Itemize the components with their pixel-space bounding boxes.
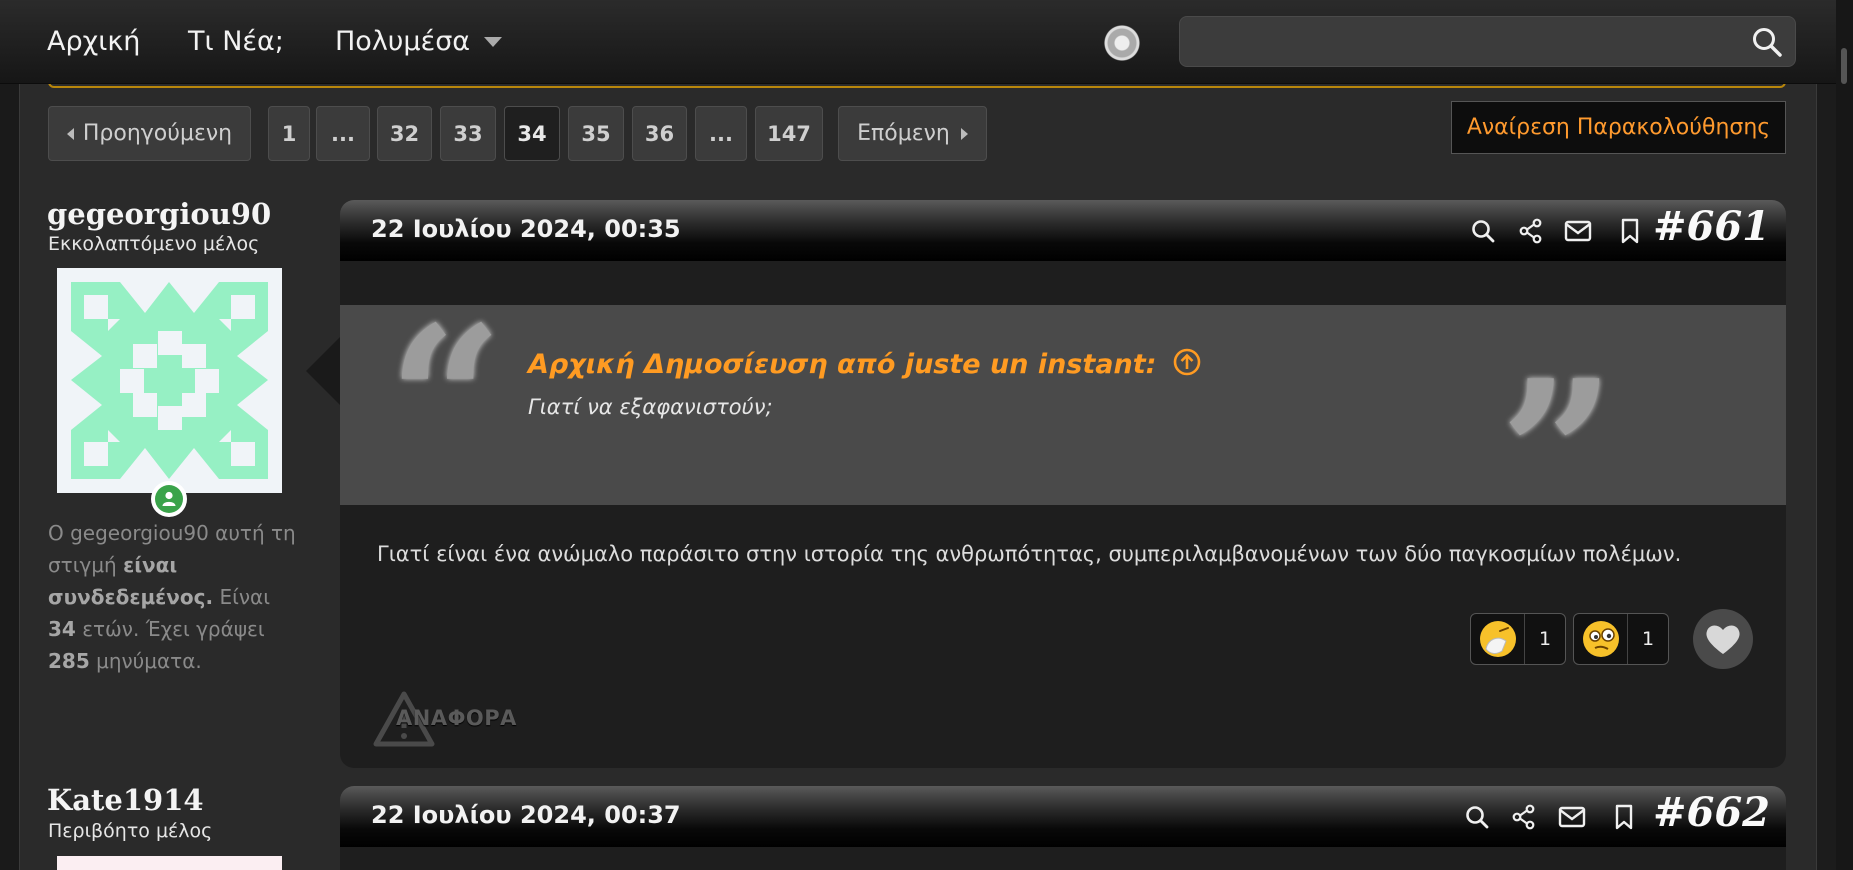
chevron-left-icon xyxy=(66,127,74,140)
online-status-badge xyxy=(151,481,187,517)
page-link[interactable]: 36 xyxy=(632,106,687,161)
prev-page-button[interactable]: Προηγούμενη xyxy=(48,106,251,161)
post-661: 22 Ιουλίου 2024, 00:35 #661 “ Αρχική Δημ… xyxy=(340,200,1786,768)
scrollbar[interactable] xyxy=(1836,0,1853,870)
quote-block: “ Αρχική Δημοσίευση από juste un instant… xyxy=(340,283,1786,572)
report-button[interactable]: ΑΝΑΦΟΡΑ xyxy=(372,690,516,753)
post-number[interactable]: #662 xyxy=(1653,789,1770,836)
info-text: μηνύματα. xyxy=(89,649,202,673)
confused-emoji-icon xyxy=(1574,614,1628,664)
reaction-count: 1 xyxy=(1641,628,1655,650)
page-link[interactable]: 32 xyxy=(377,106,432,161)
bookmark-icon[interactable] xyxy=(1613,804,1635,830)
user-icon xyxy=(162,491,176,506)
page-ellipsis[interactable]: ... xyxy=(316,106,370,161)
chevron-right-icon xyxy=(960,127,968,140)
page-link[interactable]: 1 xyxy=(268,106,310,161)
chevron-down-icon[interactable] xyxy=(484,37,502,47)
quote-source-link[interactable]: Αρχική Δημοσίευση από juste un instant: xyxy=(528,347,1202,380)
nav-home[interactable]: Αρχική xyxy=(47,26,140,57)
reaction-facepalm[interactable]: 1 xyxy=(1470,613,1566,665)
user-title: Εκκολαπτόμενο μέλος xyxy=(48,233,260,255)
search-icon[interactable] xyxy=(1751,26,1783,58)
page-ellipsis[interactable]: ... xyxy=(695,106,747,161)
settings-gear-icon[interactable] xyxy=(1102,23,1142,63)
unwatch-button[interactable]: Αναίρεση Παρακολούθησης xyxy=(1451,101,1786,154)
share-icon[interactable] xyxy=(1511,804,1537,830)
next-page-label: Επόμενη xyxy=(857,121,950,146)
post-662: 22 Ιουλίου 2024, 00:37 #662 xyxy=(340,786,1786,870)
prev-page-label: Προηγούμενη xyxy=(82,121,233,146)
post-header: 22 Ιουλίου 2024, 00:37 #662 xyxy=(340,786,1786,847)
post-pointer-arrow xyxy=(306,337,340,405)
arrow-up-circle-icon[interactable] xyxy=(1172,347,1202,377)
user-title: Περιβόητο μέλος xyxy=(48,820,213,842)
mail-icon[interactable] xyxy=(1564,218,1592,244)
confused-emoji-icon xyxy=(1582,621,1619,657)
facepalm-emoji-icon xyxy=(1471,614,1525,664)
report-label: ΑΝΑΦΟΡΑ xyxy=(396,706,517,730)
post-body: Γιατί είναι ένα ανώμαλο παράσιτο στην ισ… xyxy=(377,542,1682,566)
mail-icon[interactable] xyxy=(1558,804,1586,830)
page-link[interactable]: 35 xyxy=(568,106,624,161)
username[interactable]: gegeorgiou90 xyxy=(47,197,271,231)
post-header: 22 Ιουλίου 2024, 00:35 #661 xyxy=(340,200,1786,261)
avatar[interactable] xyxy=(57,268,282,493)
search-input[interactable] xyxy=(1179,16,1796,67)
bookmark-icon[interactable] xyxy=(1619,218,1641,244)
page-link[interactable]: 33 xyxy=(440,106,496,161)
close-quote-icon: ” xyxy=(1500,337,1616,572)
page-link-current[interactable]: 34 xyxy=(504,106,560,161)
nav-whats-new[interactable]: Τι Νέα; xyxy=(188,26,284,57)
left-gutter xyxy=(0,84,19,870)
avatar[interactable] xyxy=(57,856,282,870)
user-post-count: 285 xyxy=(48,649,90,673)
like-button[interactable] xyxy=(1693,609,1753,669)
top-navigation: Αρχική Τι Νέα; Πολυμέσα xyxy=(0,0,1836,84)
info-text: ετών. Έχει γράψει xyxy=(75,617,265,641)
open-quote-icon: “ xyxy=(388,283,504,518)
info-text: Είναι xyxy=(213,585,271,609)
nav-media[interactable]: Πολυμέσα xyxy=(335,26,470,57)
search-icon[interactable] xyxy=(1470,218,1496,244)
search-icon[interactable] xyxy=(1464,804,1490,830)
page-link[interactable]: 147 xyxy=(755,106,823,161)
user-age: 34 xyxy=(48,617,76,641)
post-date[interactable]: 22 Ιουλίου 2024, 00:37 xyxy=(371,801,681,829)
heart-icon xyxy=(1706,625,1740,654)
share-icon[interactable] xyxy=(1518,218,1544,244)
post-date[interactable]: 22 Ιουλίου 2024, 00:35 xyxy=(371,215,681,243)
next-page-button[interactable]: Επόμενη xyxy=(838,106,987,161)
quote-source-text: Αρχική Δημοσίευση από juste un instant: xyxy=(528,349,1157,380)
facepalm-emoji-icon xyxy=(1479,621,1516,657)
reaction-count: 1 xyxy=(1538,628,1552,650)
reaction-confused[interactable]: 1 xyxy=(1573,613,1669,665)
post-number[interactable]: #661 xyxy=(1653,203,1770,250)
user-online-info: Ο gegeorgiou90 αυτή τη στιγμή είναι συνδ… xyxy=(48,517,298,677)
username[interactable]: Kate1914 xyxy=(47,783,204,817)
identicon-avatar xyxy=(57,268,282,493)
scrollbar-thumb[interactable] xyxy=(1841,48,1847,84)
quote-text: Γιατί να εξαφανιστούν; xyxy=(528,395,773,419)
